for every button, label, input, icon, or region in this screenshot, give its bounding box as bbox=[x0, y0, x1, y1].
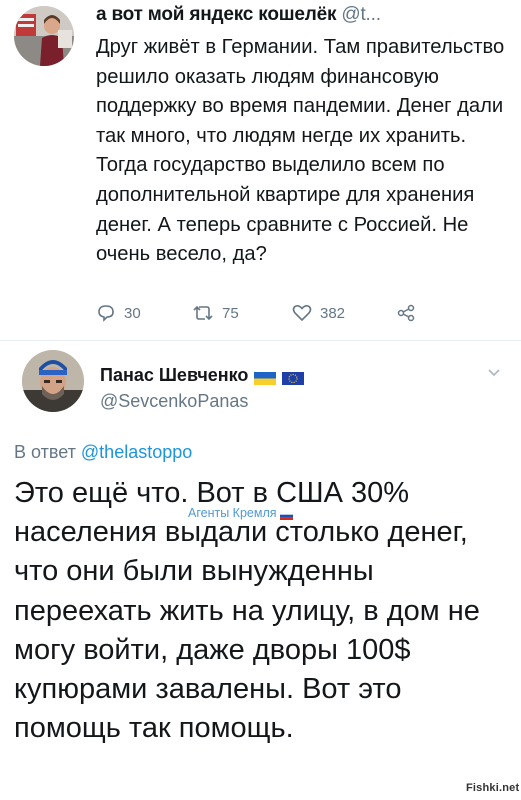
original-author-avatar[interactable] bbox=[14, 6, 74, 66]
retweet-icon bbox=[193, 305, 213, 321]
reply-action[interactable]: 30 bbox=[96, 303, 141, 323]
retweet-action[interactable]: 75 bbox=[192, 303, 239, 323]
retweet-count: 75 bbox=[222, 304, 239, 322]
original-author-line[interactable]: а вот мой яндекс кошелёк @t... bbox=[96, 4, 381, 26]
reply-to-link[interactable]: @thelastoppo bbox=[81, 442, 192, 462]
original-author-name[interactable]: а вот мой яндекс кошелёк bbox=[96, 4, 336, 25]
heart-icon bbox=[292, 305, 312, 322]
reply-icon bbox=[98, 305, 114, 322]
ukraine-flag-icon bbox=[254, 369, 277, 385]
reply-author-name[interactable]: Панас Шевченко bbox=[100, 365, 248, 386]
like-action[interactable]: 382 bbox=[292, 303, 345, 323]
reply-context: В ответ @thelastoppo bbox=[14, 442, 192, 463]
reply-author-line[interactable]: Панас Шевченко bbox=[100, 365, 305, 386]
original-author-handle[interactable]: @t... bbox=[341, 4, 381, 25]
tweet-divider bbox=[0, 340, 521, 341]
like-count: 382 bbox=[320, 304, 346, 322]
share-icon bbox=[397, 304, 415, 322]
eu-flag-icon bbox=[282, 369, 305, 385]
original-tweet: а вот мой яндекс кошелёк @t... Друг живё… bbox=[0, 0, 521, 340]
reply-author-handle[interactable]: @SevcenkoPanas bbox=[100, 391, 248, 412]
kremlin-agents-stamp: Агенты Кремля bbox=[188, 506, 293, 520]
stamp-label: Агенты Кремля bbox=[188, 506, 277, 520]
reply-author-avatar[interactable] bbox=[22, 350, 84, 412]
tweet-actions: 30 75 382 bbox=[96, 303, 456, 327]
share-action[interactable] bbox=[396, 303, 416, 323]
original-tweet-text: Друг живёт в Германии. Там правительство… bbox=[96, 36, 505, 266]
site-watermark: Fishki.net bbox=[466, 782, 520, 794]
reply-count: 30 bbox=[124, 304, 141, 322]
russia-flag-icon bbox=[279, 509, 293, 520]
chevron-down-icon[interactable] bbox=[487, 368, 501, 378]
reply-prefix: В ответ bbox=[14, 442, 76, 462]
